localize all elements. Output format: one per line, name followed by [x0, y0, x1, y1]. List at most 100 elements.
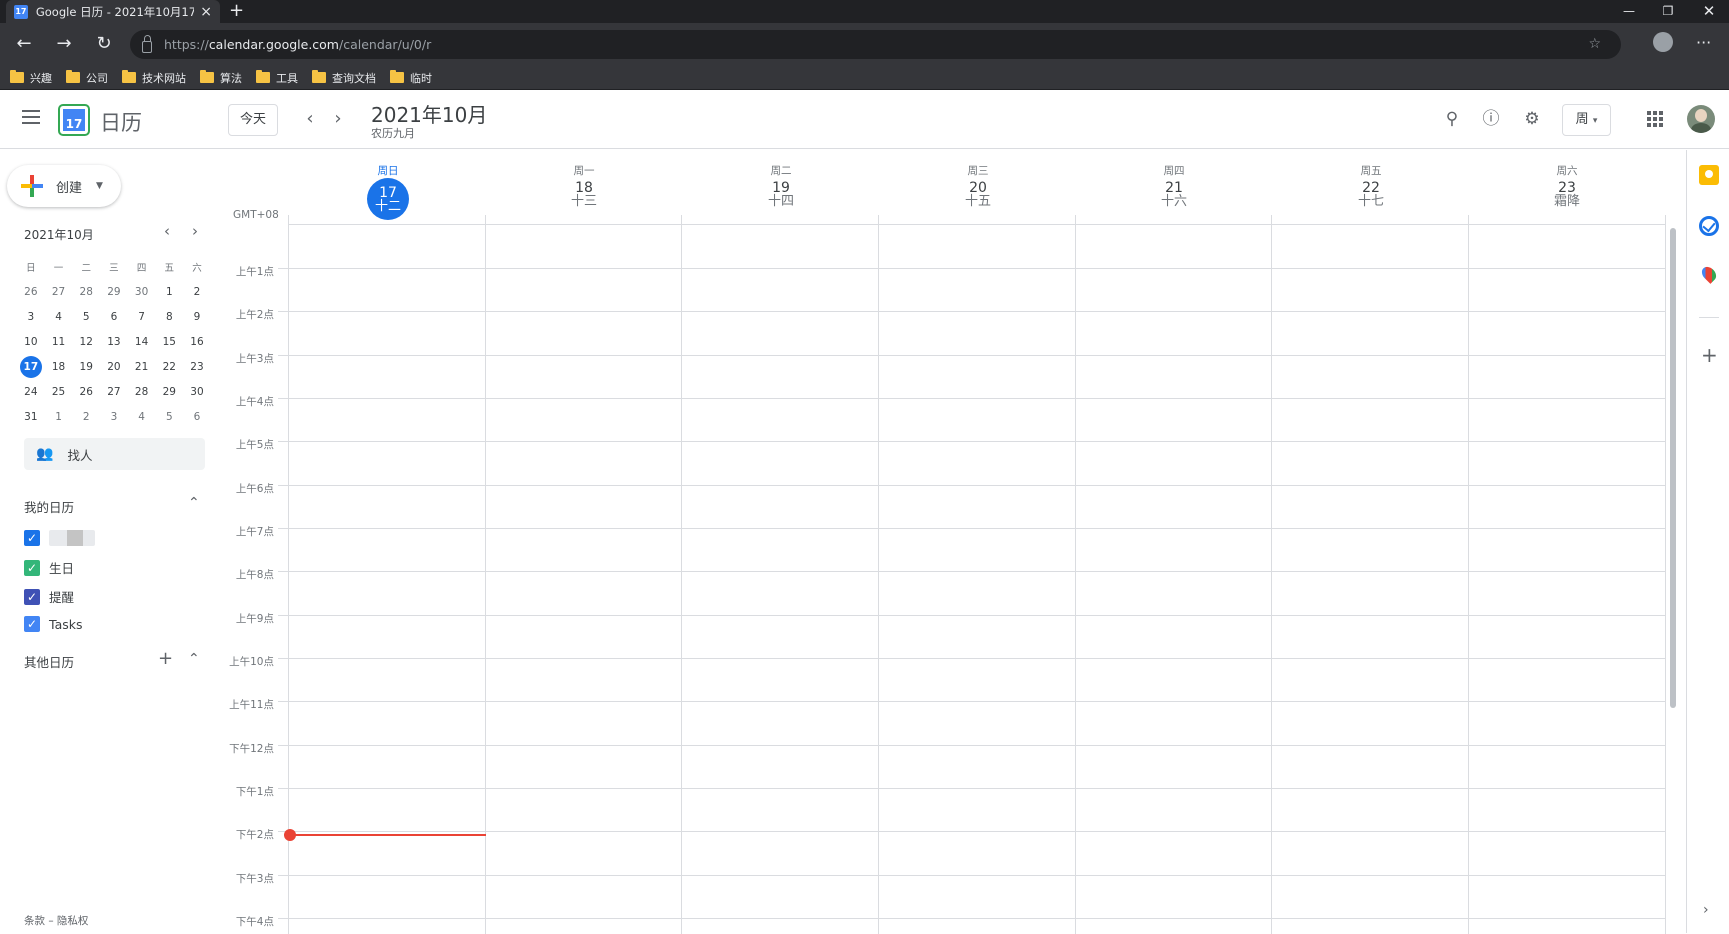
day-header-sun[interactable]: 周日 17 十二	[290, 163, 486, 220]
mini-day[interactable]: 28	[72, 286, 100, 298]
mini-day[interactable]: 30	[183, 386, 211, 398]
maps-icon[interactable]	[1699, 264, 1719, 284]
view-selector[interactable]: 周 ▾	[1562, 104, 1611, 136]
checkbox-icon[interactable]: ✓	[24, 530, 40, 546]
mini-next-month-icon[interactable]: ›	[192, 222, 198, 240]
mini-day[interactable]: 10	[17, 336, 45, 348]
calendar-item-reminders[interactable]: ✓ 提醒	[24, 587, 74, 606]
mini-day[interactable]: 31	[17, 411, 45, 423]
mini-day[interactable]: 26	[17, 286, 45, 298]
add-addon-icon[interactable]: +	[1701, 343, 1718, 367]
create-button[interactable]: 创建 ▼	[7, 165, 121, 207]
mini-day[interactable]: 1	[155, 286, 183, 298]
mini-day[interactable]: 5	[155, 411, 183, 423]
bookmark-folder[interactable]: 工具	[256, 70, 298, 86]
day-number[interactable]: 18	[486, 181, 682, 195]
other-calendars-title[interactable]: 其他日历	[24, 652, 74, 671]
day-header-wed[interactable]: 周三 20 十五	[880, 163, 1076, 209]
mini-day[interactable]: 14	[128, 336, 156, 348]
search-icon[interactable]: ⚲	[1440, 107, 1464, 131]
settings-gear-icon[interactable]: ⚙	[1520, 107, 1544, 131]
calendar-item-personal[interactable]: ✓	[24, 530, 95, 546]
mini-day[interactable]: 15	[155, 336, 183, 348]
mini-day[interactable]: 9	[183, 311, 211, 323]
day-number[interactable]: 21	[1076, 181, 1272, 195]
today-marker[interactable]: 17 十二	[367, 178, 409, 220]
calendar-logo[interactable]: 17	[58, 104, 90, 136]
forward-icon[interactable]: →	[52, 32, 76, 56]
help-icon[interactable]: ⓘ	[1479, 107, 1503, 131]
mini-prev-month-icon[interactable]: ‹	[164, 222, 170, 240]
day-header-mon[interactable]: 周一 18 十三	[486, 163, 682, 209]
mini-day[interactable]: 2	[72, 411, 100, 423]
mini-day[interactable]: 21	[128, 361, 156, 373]
day-header-fri[interactable]: 周五 22 十七	[1273, 163, 1469, 209]
my-calendars-title[interactable]: 我的日历	[24, 497, 74, 516]
day-header-sat[interactable]: 周六 23 霜降	[1469, 163, 1665, 209]
bookmark-folder[interactable]: 算法	[200, 70, 242, 86]
account-avatar[interactable]	[1687, 105, 1715, 133]
collapse-panel-icon[interactable]: ›	[1703, 902, 1709, 918]
mini-day[interactable]: 24	[17, 386, 45, 398]
apps-grid-icon[interactable]	[1647, 111, 1663, 127]
today-button[interactable]: 今天	[228, 104, 278, 136]
reload-icon[interactable]: ↻	[92, 32, 116, 56]
mini-day[interactable]: 3	[100, 411, 128, 423]
checkbox-icon[interactable]: ✓	[24, 616, 40, 632]
mini-day[interactable]: 28	[128, 386, 156, 398]
week-grid[interactable]	[278, 215, 1666, 934]
next-week-icon[interactable]: ›	[325, 106, 351, 132]
mini-day[interactable]: 4	[45, 311, 73, 323]
terms-privacy-link[interactable]: 条款 – 隐私权	[24, 913, 88, 928]
mini-day[interactable]: 1	[45, 411, 73, 423]
mini-day[interactable]: 6	[183, 411, 211, 423]
mini-day[interactable]: 29	[155, 386, 183, 398]
day-header-thu[interactable]: 周四 21 十六	[1076, 163, 1272, 209]
close-tab-icon[interactable]: ×	[200, 4, 212, 20]
mini-day[interactable]: 20	[100, 361, 128, 373]
mini-day[interactable]: 4	[128, 411, 156, 423]
mini-day[interactable]: 23	[183, 361, 211, 373]
new-tab-button[interactable]: +	[229, 0, 244, 22]
close-window-icon[interactable]: ✕	[1689, 0, 1729, 23]
mini-day[interactable]: 5	[72, 311, 100, 323]
mini-day[interactable]: 7	[128, 311, 156, 323]
day-number[interactable]: 20	[880, 181, 1076, 195]
browser-profile-icon[interactable]	[1653, 32, 1673, 52]
mini-day[interactable]: 27	[45, 286, 73, 298]
calendar-item-birthdays[interactable]: ✓ 生日	[24, 558, 74, 577]
chevron-up-icon[interactable]: ⌃	[188, 495, 200, 511]
mini-day[interactable]: 3	[17, 311, 45, 323]
checkbox-icon[interactable]: ✓	[24, 559, 40, 576]
chevron-up-icon[interactable]: ⌃	[188, 651, 200, 667]
minimize-icon[interactable]: —	[1609, 0, 1649, 23]
mini-day[interactable]: 11	[45, 336, 73, 348]
mini-day[interactable]: 13	[100, 336, 128, 348]
bookmark-folder[interactable]: 公司	[66, 70, 108, 86]
bookmark-folder[interactable]: 兴趣	[10, 70, 52, 86]
mini-day-today[interactable]: 17	[17, 355, 45, 378]
day-header-tue[interactable]: 周二 19 十四	[683, 163, 879, 209]
mini-day[interactable]: 18	[45, 361, 73, 373]
bookmark-folder[interactable]: 技术网站	[122, 70, 186, 86]
back-icon[interactable]: ←	[12, 32, 36, 56]
find-people-input[interactable]: 👥 找人	[24, 438, 205, 470]
mini-day[interactable]: 8	[155, 311, 183, 323]
bookmark-folder[interactable]: 临时	[390, 70, 432, 86]
add-calendar-icon[interactable]: +	[158, 648, 173, 669]
bookmark-star-icon[interactable]: ☆	[1588, 36, 1601, 52]
browser-tab[interactable]: 17 Google 日历 - 2021年10月17日 ×	[6, 0, 220, 23]
bookmark-folder[interactable]: 查询文档	[312, 70, 376, 86]
day-number[interactable]: 22	[1273, 181, 1469, 195]
mini-day[interactable]: 29	[100, 286, 128, 298]
mini-day[interactable]: 22	[155, 361, 183, 373]
tasks-icon[interactable]	[1699, 216, 1719, 236]
grid-scrollbar[interactable]	[1670, 228, 1676, 708]
checkbox-icon[interactable]: ✓	[24, 588, 40, 605]
mini-day[interactable]: 26	[72, 386, 100, 398]
mini-day[interactable]: 16	[183, 336, 211, 348]
address-bar[interactable]: https://calendar.google.com/calendar/u/0…	[130, 30, 1621, 59]
day-number[interactable]: 23	[1469, 181, 1665, 195]
calendar-item-tasks[interactable]: ✓ Tasks	[24, 616, 83, 632]
main-menu-icon[interactable]	[22, 110, 40, 128]
